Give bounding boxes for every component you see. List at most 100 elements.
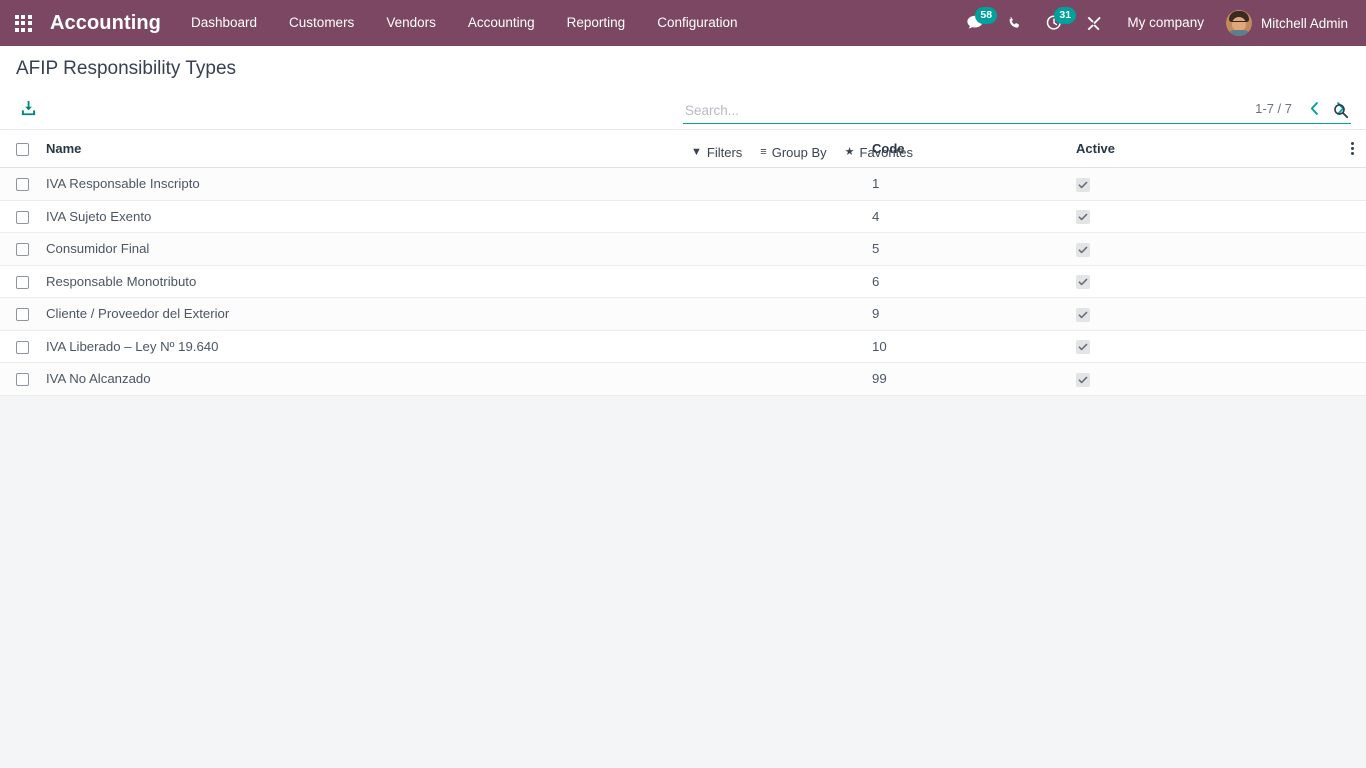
group-by-lines-icon: ≡: [760, 146, 767, 158]
checkbox-checked-icon: [1076, 372, 1090, 387]
phone-button[interactable]: [995, 0, 1034, 46]
row-checkbox[interactable]: [16, 210, 29, 224]
filters-dropdown[interactable]: ▼ Filters: [683, 142, 752, 163]
menu-item-dashboard[interactable]: Dashboard: [175, 0, 273, 46]
row-checkbox[interactable]: [16, 373, 29, 387]
company-switcher[interactable]: My company: [1113, 0, 1218, 46]
row-checkbox[interactable]: [16, 340, 29, 354]
cell-code[interactable]: 99: [856, 362, 1068, 396]
activities-button[interactable]: 31: [1034, 0, 1077, 46]
row-trailing-cell: [1336, 330, 1366, 364]
import-records-button[interactable]: [16, 98, 41, 119]
vertical-ellipsis-icon[interactable]: [1344, 140, 1360, 157]
avatar: [1225, 10, 1252, 36]
app-brand-title[interactable]: Accounting: [46, 12, 175, 35]
menu-item-customers[interactable]: Customers: [273, 0, 370, 46]
cell-name[interactable]: Responsable Monotributo: [42, 265, 856, 299]
row-checkbox[interactable]: [16, 178, 29, 192]
column-header-active[interactable]: Active: [1068, 130, 1336, 168]
user-menu[interactable]: Mitchell Admin: [1218, 0, 1354, 46]
activities-badge: 31: [1054, 7, 1077, 24]
row-trailing-cell: [1336, 232, 1366, 266]
row-select-cell: [0, 232, 42, 266]
menu-item-vendors[interactable]: Vendors: [370, 0, 452, 46]
search-icon[interactable]: [1327, 103, 1351, 119]
menu-item-configuration[interactable]: Configuration: [641, 0, 753, 46]
row-checkbox[interactable]: [16, 243, 29, 257]
cell-name[interactable]: Consumidor Final: [42, 232, 856, 266]
list-view-container: Name Code Active IVA Responsable Inscrip…: [0, 130, 1366, 764]
favorites-label: Favorites: [859, 145, 913, 160]
row-select-cell: [0, 330, 42, 364]
cell-code[interactable]: 6: [856, 265, 1068, 299]
cell-code[interactable]: 9: [856, 297, 1068, 331]
breadcrumb: AFIP Responsibility Types: [16, 58, 237, 79]
checkbox-checked-icon: [1076, 210, 1090, 225]
row-trailing-cell: [1336, 297, 1366, 331]
cell-code[interactable]: 4: [856, 200, 1068, 234]
row-checkbox[interactable]: [16, 275, 29, 289]
row-trailing-cell: [1336, 362, 1366, 396]
row-select-cell: [0, 362, 42, 396]
main-menu: Dashboard Customers Vendors Accounting R…: [175, 0, 754, 46]
user-name-label: Mitchell Admin: [1260, 15, 1348, 31]
cell-name[interactable]: IVA No Alcanzado: [42, 362, 856, 396]
row-trailing-cell: [1336, 167, 1366, 201]
messages-badge: 58: [975, 7, 998, 24]
filters-label: Filters: [706, 145, 743, 160]
checkbox-checked-icon: [1076, 340, 1090, 355]
group-by-dropdown[interactable]: ≡ Group By: [752, 142, 836, 163]
row-select-cell: [0, 167, 42, 201]
row-select-cell: [0, 265, 42, 299]
row-trailing-cell: [1336, 200, 1366, 234]
phone-icon: [1009, 16, 1020, 28]
debug-tools-button[interactable]: [1074, 0, 1113, 46]
cell-active[interactable]: [1068, 297, 1336, 331]
cell-name[interactable]: IVA Sujeto Exento: [42, 200, 856, 234]
table-row[interactable]: Responsable Monotributo 6: [0, 265, 1366, 299]
control-panel: AFIP Responsibility Types ▼ Filters ≡ Gr…: [0, 46, 1366, 160]
table-row[interactable]: IVA Sujeto Exento 4: [0, 200, 1366, 234]
row-checkbox[interactable]: [16, 308, 29, 322]
table-row[interactable]: Cliente / Proveedor del Exterior 9: [0, 297, 1366, 331]
cell-active[interactable]: [1068, 330, 1336, 364]
messages-button[interactable]: 58: [955, 0, 998, 46]
checkbox-checked-icon: [1076, 307, 1090, 322]
cell-active[interactable]: [1068, 200, 1336, 234]
cell-name[interactable]: IVA Responsable Inscripto: [42, 167, 856, 201]
select-all-checkbox[interactable]: [16, 143, 29, 157]
cell-code[interactable]: 10: [856, 330, 1068, 364]
favorites-dropdown[interactable]: ★ Favorites: [837, 142, 923, 163]
star-icon: ★: [844, 146, 855, 158]
filter-menus: ▼ Filters ≡ Group By ★ Favorites: [683, 142, 923, 163]
menu-item-accounting[interactable]: Accounting: [452, 0, 551, 46]
search-input[interactable]: [683, 102, 1327, 120]
table-body: IVA Responsable Inscripto 1 IVA Sujeto Exe…: [0, 167, 1366, 396]
row-select-cell: [0, 200, 42, 234]
records-table: Name Code Active IVA Responsable Inscrip…: [0, 130, 1366, 396]
cell-code[interactable]: 5: [856, 232, 1068, 266]
download-import-icon: [21, 100, 36, 115]
cell-active[interactable]: [1068, 265, 1336, 299]
apps-menu-button[interactable]: [0, 0, 46, 46]
cell-active[interactable]: [1068, 167, 1336, 201]
select-all-header: [0, 130, 42, 168]
wrench-icon: [1088, 16, 1102, 30]
search-view: [683, 102, 1351, 124]
systray: 58 31 My company Mitchell Admin: [955, 0, 1366, 46]
grid-apps-icon: [14, 14, 32, 32]
group-by-label: Group By: [771, 145, 827, 160]
table-row[interactable]: Consumidor Final 5: [0, 232, 1366, 266]
checkbox-checked-icon: [1076, 275, 1090, 290]
table-row[interactable]: IVA Liberado – Ley Nº 19.640 10: [0, 330, 1366, 364]
cell-name[interactable]: Cliente / Proveedor del Exterior: [42, 297, 856, 331]
cell-active[interactable]: [1068, 232, 1336, 266]
table-row[interactable]: IVA No Alcanzado 99: [0, 362, 1366, 396]
table-row[interactable]: IVA Responsable Inscripto 1: [0, 167, 1366, 201]
cell-code[interactable]: 1: [856, 167, 1068, 201]
checkbox-checked-icon: [1076, 242, 1090, 257]
menu-item-reporting[interactable]: Reporting: [551, 0, 642, 46]
top-navbar: Accounting Dashboard Customers Vendors A…: [0, 0, 1366, 46]
cell-active[interactable]: [1068, 362, 1336, 396]
cell-name[interactable]: IVA Liberado – Ley Nº 19.640: [42, 330, 856, 364]
